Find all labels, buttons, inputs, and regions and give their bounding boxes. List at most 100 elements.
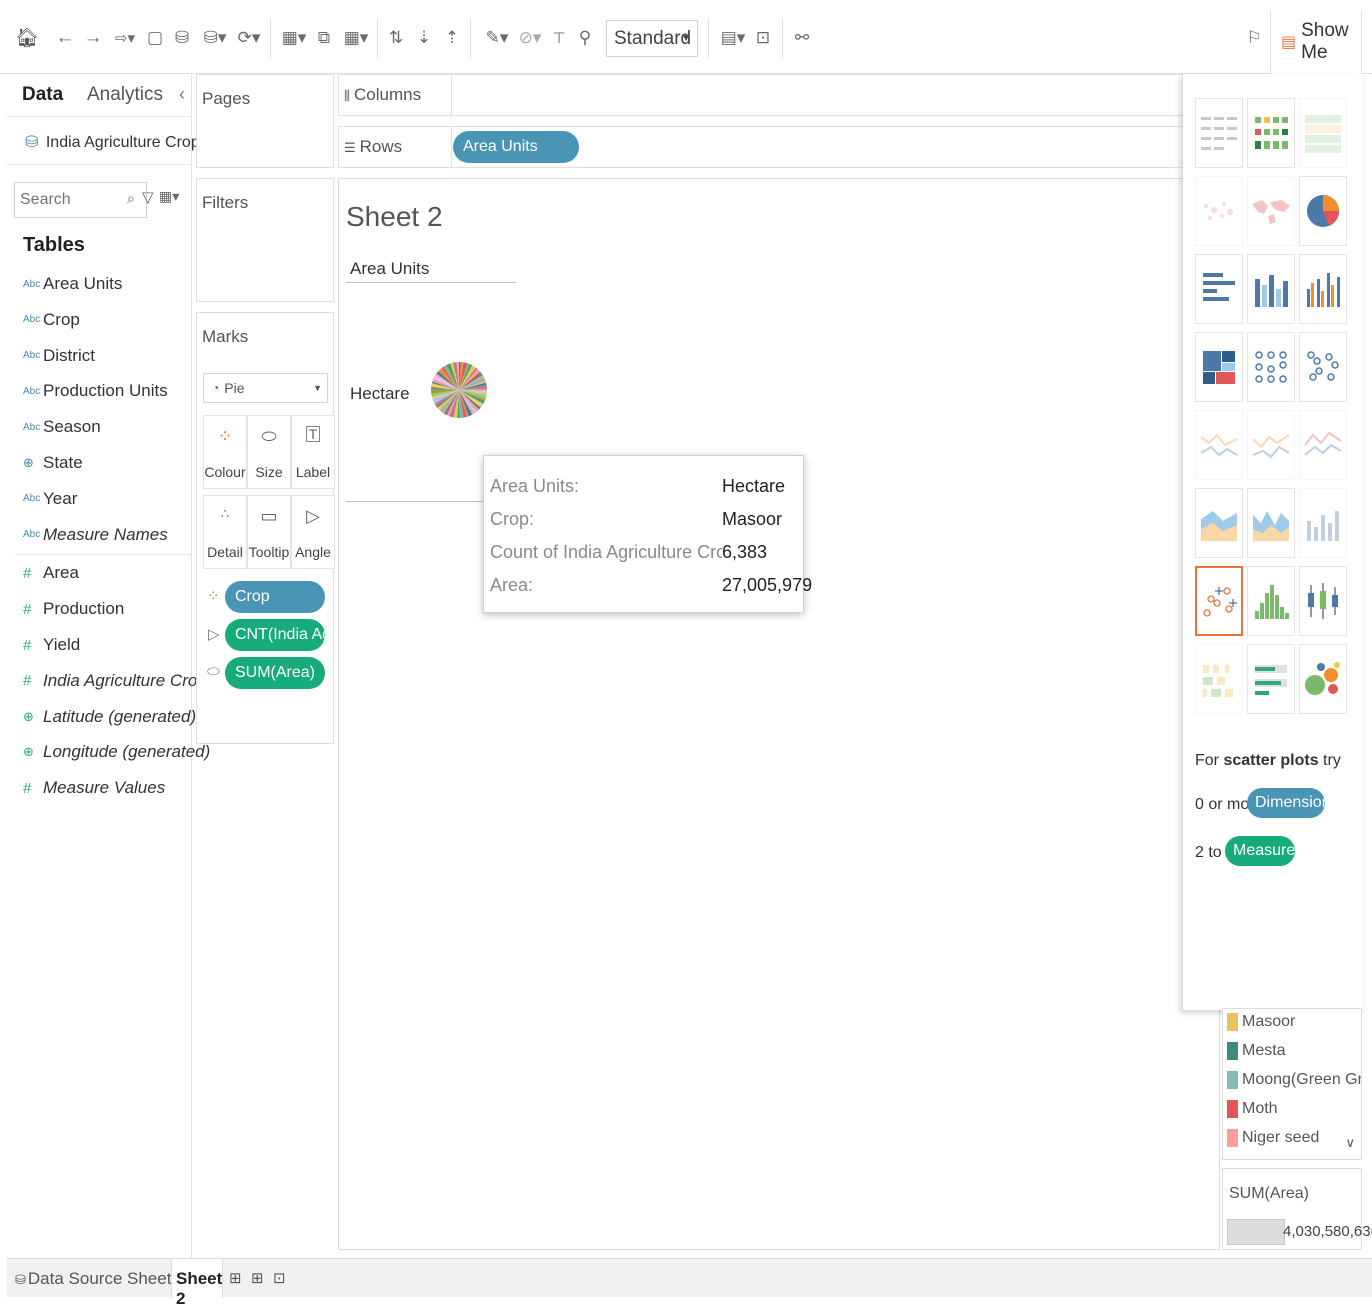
column-header[interactable]: Area Units — [350, 259, 429, 279]
undo-icon[interactable]: ← — [52, 22, 78, 54]
stacked-bars-chart-icon[interactable] — [1247, 254, 1295, 324]
dual-combination-chart-icon[interactable] — [1299, 488, 1347, 558]
fit-dropdown[interactable]: Standard ▼ — [606, 20, 698, 57]
filter-icon[interactable]: ▽ — [142, 188, 154, 206]
highlight-table-chart-icon[interactable] — [1299, 98, 1347, 168]
symbol-map-chart-icon[interactable] — [1195, 176, 1243, 246]
histogram-chart-icon[interactable] — [1247, 566, 1295, 636]
field-area-units[interactable]: Abc Area Units — [23, 274, 122, 294]
tooltip-button[interactable]: ▭ Tooltip — [247, 495, 291, 569]
size-legend[interactable]: SUM(Area) 4,030,580,636 — [1222, 1168, 1372, 1250]
colour-button[interactable]: ⁘ Colour — [203, 415, 247, 489]
text-table-chart-icon[interactable] — [1195, 98, 1243, 168]
tab-analytics[interactable]: Analytics — [87, 84, 163, 106]
tab-data-source[interactable]: ⛁ Data Source — [15, 1269, 122, 1289]
field-state[interactable]: ⊕ State — [23, 453, 83, 473]
sort-descending-icon[interactable]: ⇡ — [440, 22, 464, 54]
pages-card[interactable]: Pages — [196, 74, 334, 168]
mark-type-dropdown[interactable]: ◔ Pie ▼ — [203, 373, 328, 403]
gantt-chart-icon[interactable] — [1195, 644, 1243, 714]
field-measure-values[interactable]: # Measure Values — [23, 778, 165, 798]
box-whisker-chart-icon[interactable] — [1299, 566, 1347, 636]
crop-pill[interactable]: Crop — [225, 581, 325, 613]
circle-views-chart-icon[interactable] — [1247, 332, 1295, 402]
treemap-chart-icon[interactable] — [1195, 332, 1243, 402]
share-icon[interactable]: ⚯ — [790, 22, 814, 54]
legend-item-mesta[interactable]: Mesta — [1227, 1042, 1286, 1060]
field-measure-names[interactable]: Abc Measure Names — [23, 525, 168, 545]
field-label: Production — [43, 599, 125, 619]
field-area[interactable]: # Area — [23, 563, 79, 583]
collapse-icon[interactable]: ‹ — [179, 84, 185, 105]
fix-axes-icon[interactable]: ⚲ — [574, 22, 596, 54]
field-district[interactable]: Abc District — [23, 346, 95, 366]
replay-icon[interactable]: ⇨▾ — [108, 22, 142, 54]
highlight-icon[interactable]: ✎▾ — [480, 22, 514, 54]
heat-map-chart-icon[interactable] — [1247, 98, 1295, 168]
colour-legend[interactable]: Masoor Mesta Moong(Green Gram) Moth Nige… — [1222, 1008, 1362, 1160]
tab-sheet2[interactable]: Sheet 2 — [171, 1259, 223, 1308]
redo-icon[interactable]: → — [80, 22, 106, 54]
new-worksheet-icon[interactable]: ⊞ — [229, 1269, 242, 1287]
count-pill[interactable]: CNT(India Agri.. — [225, 619, 325, 651]
pie-chart-icon[interactable] — [1299, 176, 1347, 246]
show-me-tab[interactable]: ▤ Show Me — [1270, 10, 1362, 74]
rows-shelf[interactable]: ☰ Rows Area Units — [338, 126, 1183, 168]
show-cards-icon[interactable]: ▤▾ — [716, 22, 750, 54]
swap-rows-columns-icon[interactable]: ⇅ — [384, 22, 408, 54]
field-longitude-generated[interactable]: ⊕ Longitude (generated) — [23, 742, 210, 762]
side-by-side-bars-chart-icon[interactable] — [1299, 254, 1347, 324]
show-mark-labels-icon[interactable]: ⊤ — [548, 22, 570, 54]
pie-chart[interactable] — [429, 333, 489, 447]
datasource-options-icon[interactable]: ⛁▾ — [198, 22, 232, 54]
new-story-icon[interactable]: ⊡ — [273, 1269, 286, 1287]
packed-bubbles-chart-icon[interactable] — [1299, 644, 1347, 714]
area-chart-continuous-icon[interactable] — [1195, 488, 1243, 558]
size-button[interactable]: ⬭ Size — [247, 415, 291, 489]
clear-sheet-icon[interactable]: ▦▾ — [339, 22, 373, 54]
filters-card[interactable]: Filters — [196, 178, 334, 302]
continuous-lines-chart-icon[interactable] — [1195, 410, 1243, 480]
field-crop[interactable]: Abc Crop — [23, 310, 80, 330]
new-worksheet-icon[interactable]: ▦▾ — [277, 22, 311, 54]
angle-button[interactable]: ▷ Angle — [291, 495, 335, 569]
sort-ascending-icon[interactable]: ⇣ — [412, 22, 436, 54]
field-year[interactable]: Abc Year — [23, 489, 77, 509]
legend-item-moth[interactable]: Moth — [1227, 1100, 1278, 1118]
field-season[interactable]: Abc Season — [23, 417, 101, 437]
bullet-graph-chart-icon[interactable] — [1247, 644, 1295, 714]
side-by-side-circles-chart-icon[interactable] — [1299, 332, 1347, 402]
horizontal-bars-chart-icon[interactable] — [1195, 254, 1243, 324]
label-button[interactable]: T Label — [291, 415, 335, 489]
discrete-lines-chart-icon[interactable] — [1247, 410, 1295, 480]
scatter-plot-chart-icon[interactable] — [1195, 566, 1243, 636]
legend-scroll-down-icon[interactable]: ∨ — [1345, 1135, 1355, 1151]
view-options-icon[interactable]: ▦▾ — [159, 188, 179, 205]
legend-item-niger-seed[interactable]: Niger seed — [1227, 1129, 1319, 1147]
row-header-hectare[interactable]: Hectare — [350, 384, 410, 404]
field-production[interactable]: # Production — [23, 599, 124, 619]
dual-lines-chart-icon[interactable] — [1299, 410, 1347, 480]
duplicate-sheet-icon[interactable]: ⧉ — [313, 22, 335, 54]
columns-shelf[interactable]: ⫼ Columns — [338, 74, 1183, 116]
area-chart-discrete-icon[interactable] — [1247, 488, 1295, 558]
save-icon[interactable]: ▢ — [144, 22, 166, 54]
field-production-units[interactable]: Abc Production Units — [23, 381, 168, 401]
refresh-icon[interactable]: ⟳▾ — [233, 22, 265, 54]
field-latitude-generated[interactable]: ⊕ Latitude (generated) — [23, 707, 196, 727]
filled-map-chart-icon[interactable] — [1247, 176, 1295, 246]
group-members-icon[interactable]: ⊘▾ — [514, 22, 546, 54]
tab-data[interactable]: Data — [22, 84, 63, 106]
field-yield[interactable]: # Yield — [23, 635, 80, 655]
legend-item-masoor[interactable]: Masoor — [1227, 1013, 1295, 1031]
legend-item-moong[interactable]: Moong(Green Gram) — [1227, 1071, 1361, 1089]
area-units-row-pill[interactable]: Area Units — [453, 131, 579, 163]
home-icon[interactable]: 🏠︎ — [14, 22, 40, 54]
new-datasource-icon[interactable]: ⛁ — [170, 22, 194, 54]
sheet-title[interactable]: Sheet 2 — [346, 201, 443, 233]
presentation-mode-icon[interactable]: ⊡ — [752, 22, 774, 54]
sum-area-pill[interactable]: SUM(Area) — [225, 657, 325, 689]
detail-button[interactable]: ∴ Detail — [203, 495, 247, 569]
pin-icon[interactable]: ⚐ — [1242, 22, 1266, 54]
new-dashboard-icon[interactable]: ⊞ — [251, 1269, 264, 1287]
